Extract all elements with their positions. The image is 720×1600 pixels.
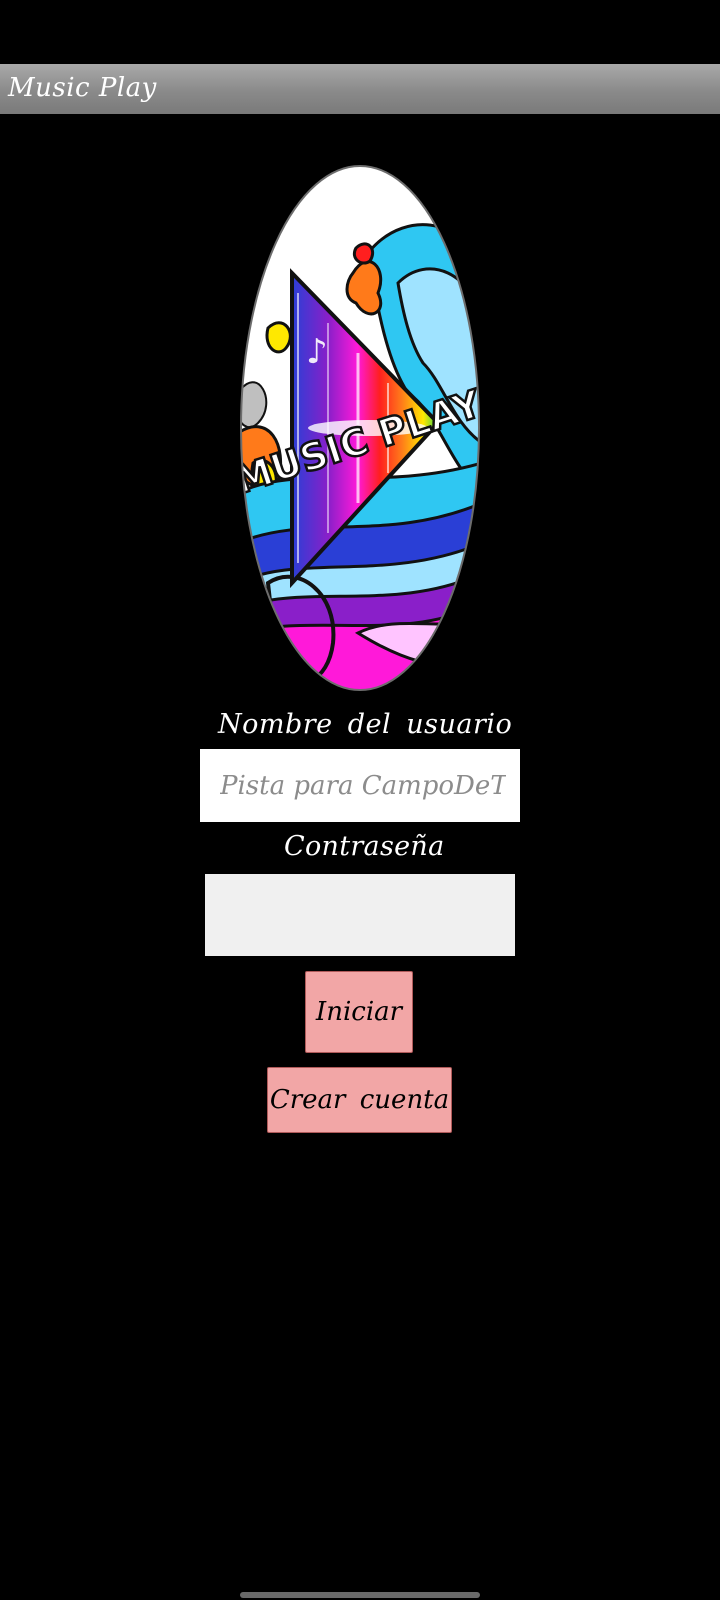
password-label: Contraseña — [284, 831, 445, 862]
username-input[interactable] — [200, 749, 520, 822]
status-bar — [0, 0, 720, 64]
create-account-button[interactable]: Crear cuenta — [267, 1067, 452, 1133]
app-title: Music Play — [8, 73, 157, 103]
username-label: Nombre del usuario — [218, 709, 513, 740]
music-play-logo: ♪ MUSIC PLAY — [238, 163, 482, 693]
svg-text:♪: ♪ — [306, 332, 328, 372]
app-screen: Music Play ♪ MUSIC PLAY Nombre del usuar… — [0, 0, 720, 1600]
gesture-nav-handle[interactable] — [240, 1592, 480, 1598]
login-button[interactable]: Iniciar — [305, 971, 413, 1053]
password-input[interactable] — [205, 874, 515, 956]
title-bar: Music Play — [0, 64, 720, 114]
